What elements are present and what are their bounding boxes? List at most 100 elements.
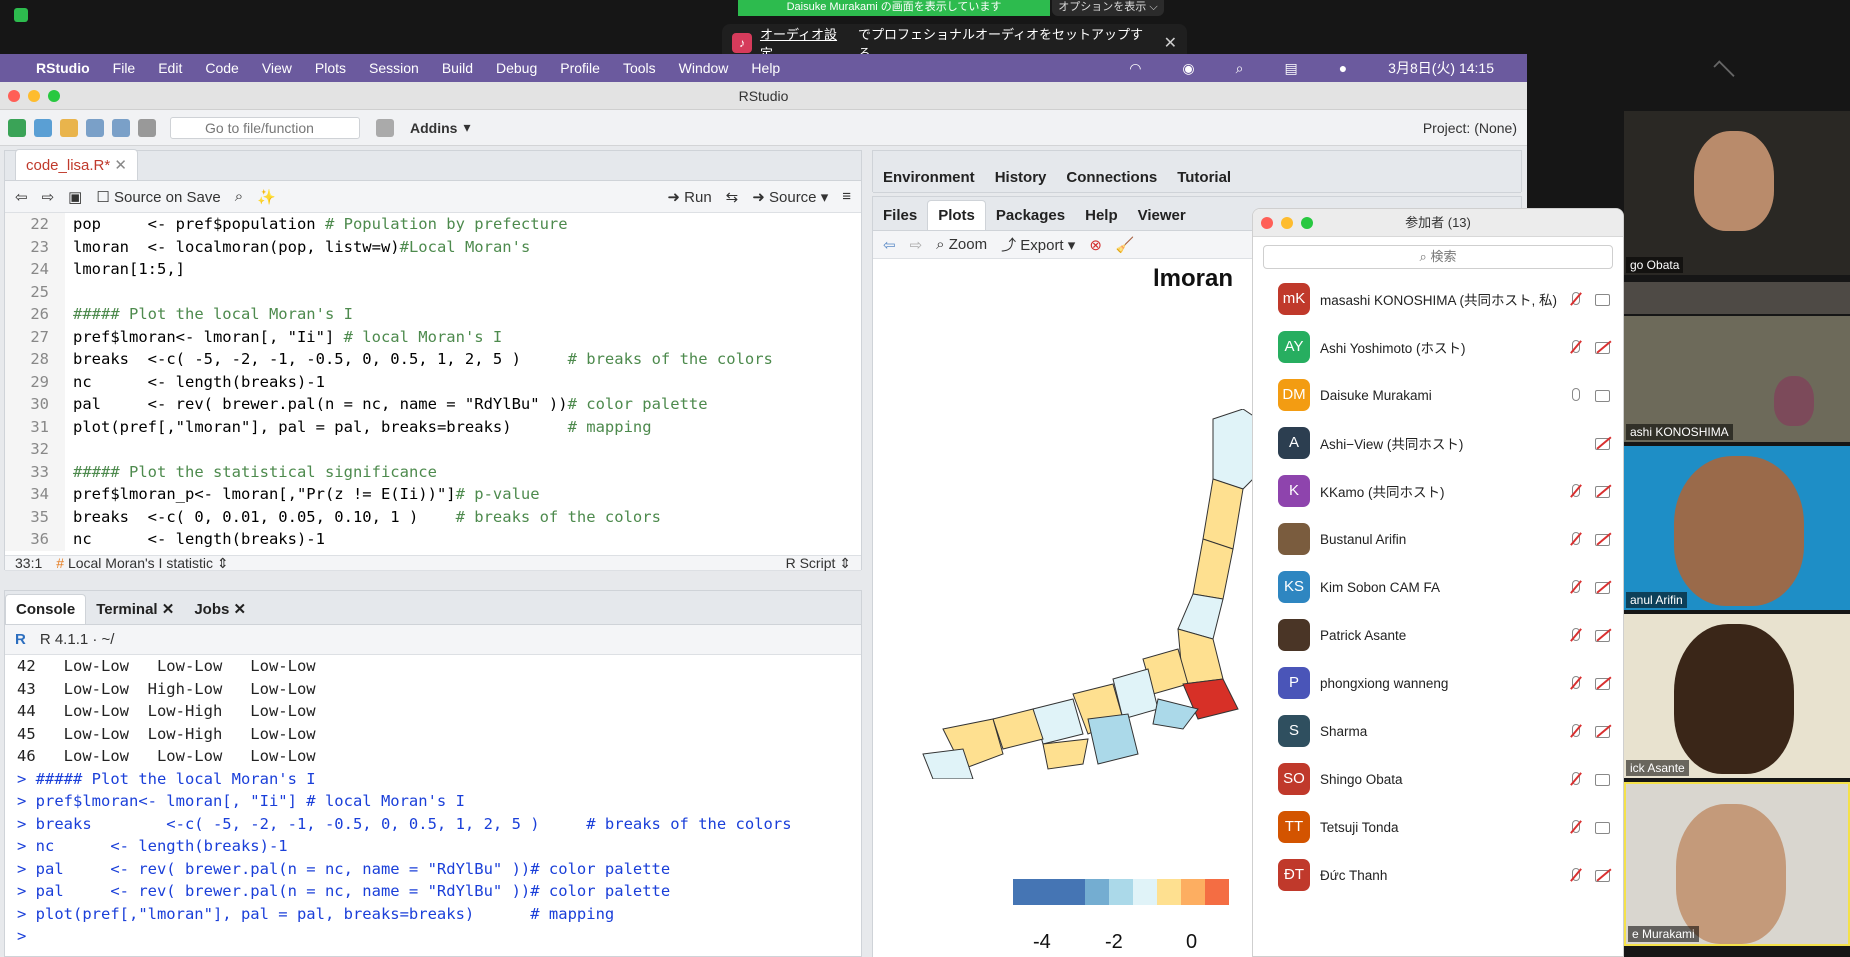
- participant-row[interactable]: TT Tetsuji Tonda: [1253, 803, 1623, 851]
- code-line[interactable]: 36 nc <- length(breaks)-1: [5, 528, 861, 551]
- code-line[interactable]: 32: [5, 438, 861, 461]
- menu-debug[interactable]: Debug: [496, 60, 537, 76]
- file-type-selector[interactable]: R Script ⇕: [786, 555, 851, 572]
- zoom-window-button[interactable]: [48, 90, 60, 102]
- video-off-icon[interactable]: [1595, 627, 1611, 643]
- code-line[interactable]: 28 breaks <-c( -5, -2, -1, -0.5, 0, 0.5, …: [5, 348, 861, 371]
- source-button[interactable]: ➜ Source ▾: [752, 188, 828, 206]
- remove-plot-icon[interactable]: ⊗: [1089, 236, 1102, 254]
- tab-viewer[interactable]: Viewer: [1128, 201, 1196, 230]
- video-tile[interactable]: [1624, 282, 1850, 314]
- participant-row[interactable]: Bustanul Arifin: [1253, 515, 1623, 563]
- video-off-icon[interactable]: [1595, 435, 1611, 451]
- tab-packages[interactable]: Packages: [986, 201, 1075, 230]
- mic-muted-icon[interactable]: [1567, 483, 1583, 499]
- tab-jobs[interactable]: Jobs ✕: [184, 594, 256, 624]
- magic-wand-icon[interactable]: ✨: [257, 188, 276, 206]
- save-all-icon[interactable]: [112, 118, 130, 137]
- video-tile[interactable]: ick Asante: [1624, 614, 1850, 778]
- close-icon[interactable]: ✕: [114, 157, 127, 174]
- code-line[interactable]: 33 ##### Plot the statistical significanc…: [5, 460, 861, 483]
- zoom-button[interactable]: ⌕ Zoom: [936, 236, 987, 253]
- wifi-icon[interactable]: ◠: [1129, 60, 1141, 77]
- video-tile[interactable]: ashi KONOSHIMA: [1624, 316, 1850, 442]
- search-icon[interactable]: ⌕: [1236, 60, 1244, 77]
- source-on-save-checkbox[interactable]: ☐ Source on Save: [96, 188, 220, 206]
- new-file-icon[interactable]: [8, 118, 26, 137]
- minimize-window-button[interactable]: [28, 90, 40, 102]
- menu-build[interactable]: Build: [442, 60, 473, 76]
- participant-row[interactable]: AY Ashi Yoshimoto (ホスト): [1253, 323, 1623, 371]
- export-button[interactable]: ⤴ Export ▾: [1001, 234, 1075, 255]
- outline-icon[interactable]: ≡: [842, 188, 851, 205]
- video-tile[interactable]: anul Arifin: [1624, 446, 1850, 610]
- minimize-panel-button[interactable]: [1281, 217, 1293, 229]
- code-line[interactable]: 29 nc <- length(breaks)-1: [5, 370, 861, 393]
- code-line[interactable]: 35 breaks <-c( 0, 0.01, 0.05, 0.10, 1 ) #…: [5, 505, 861, 528]
- console-output[interactable]: 42 Low-Low Low-Low Low-Low 43 Low-Low Hig…: [5, 655, 861, 956]
- control-center-icon[interactable]: ▤: [1284, 60, 1297, 77]
- code-line[interactable]: 26 ##### Plot the local Moran's I: [5, 303, 861, 326]
- tab-code-lisa[interactable]: code_lisa.R* ✕: [15, 149, 138, 180]
- code-line[interactable]: 25: [5, 280, 861, 303]
- rerun-icon[interactable]: ⇆: [726, 188, 739, 206]
- participant-row[interactable]: SO Shingo Obata: [1253, 755, 1623, 803]
- save-icon[interactable]: ▣: [68, 188, 82, 206]
- tab-tutorial[interactable]: Tutorial: [1167, 163, 1241, 192]
- menu-profile[interactable]: Profile: [560, 60, 600, 76]
- chevron-down-icon[interactable]: ▾: [463, 119, 470, 136]
- tab-console[interactable]: Console: [5, 594, 87, 624]
- section-selector[interactable]: # Local Moran's I statistic ⇕: [56, 555, 228, 572]
- close-icon[interactable]: ✕: [1164, 33, 1177, 53]
- video-icon[interactable]: [1595, 387, 1611, 403]
- code-line[interactable]: 24 lmoran[1:5,]: [5, 258, 861, 281]
- tab-history[interactable]: History: [985, 163, 1057, 192]
- mic-muted-icon[interactable]: [1567, 339, 1583, 355]
- close-panel-button[interactable]: [1261, 217, 1273, 229]
- menu-view[interactable]: View: [262, 60, 292, 76]
- video-off-icon[interactable]: [1595, 531, 1611, 547]
- video-icon[interactable]: [1595, 291, 1611, 307]
- video-off-icon[interactable]: [1595, 579, 1611, 595]
- tab-environment[interactable]: Environment: [873, 163, 985, 192]
- run-button[interactable]: ➜ Run: [667, 188, 711, 206]
- code-line[interactable]: 23 lmoran <- localmoran(pop, listw=w)#Loc…: [5, 235, 861, 258]
- participant-row[interactable]: ĐT Đức Thanh: [1253, 851, 1623, 899]
- user-icon[interactable]: ◉: [1182, 60, 1194, 77]
- view-options-button[interactable]: オプションを表示 ⌵: [1052, 0, 1164, 16]
- participant-row[interactable]: K KKamo (共同ホスト): [1253, 467, 1623, 515]
- addins-menu[interactable]: Addins: [410, 120, 457, 136]
- video-tile[interactable]: go Obata: [1624, 111, 1850, 275]
- participant-row[interactable]: A Ashi−View (共同ホスト): [1253, 419, 1623, 467]
- participant-row[interactable]: Patrick Asante: [1253, 611, 1623, 659]
- mic-muted-icon[interactable]: [1567, 627, 1583, 643]
- tab-connections[interactable]: Connections: [1056, 163, 1167, 192]
- menu-app-name[interactable]: RStudio: [36, 60, 90, 76]
- menu-window[interactable]: Window: [679, 60, 729, 76]
- grid-layout-icon[interactable]: [376, 118, 394, 137]
- video-off-icon[interactable]: [1595, 675, 1611, 691]
- zoom-panel-button[interactable]: [1301, 217, 1313, 229]
- project-menu[interactable]: Project: (None): [1423, 120, 1517, 136]
- search-icon[interactable]: ⌕: [235, 188, 243, 205]
- code-line[interactable]: 31 plot(pref[,"lmoran"], pal = pal, break…: [5, 415, 861, 438]
- participant-search-input[interactable]: ⌕ 検索: [1263, 245, 1613, 269]
- participant-row[interactable]: DM Daisuke Murakami: [1253, 371, 1623, 419]
- menu-code[interactable]: Code: [205, 60, 238, 76]
- code-line[interactable]: 30 pal <- rev( brewer.pal(n = nc, name = …: [5, 393, 861, 416]
- video-off-icon[interactable]: [1595, 483, 1611, 499]
- broom-icon[interactable]: 🧹: [1116, 236, 1135, 254]
- close-window-button[interactable]: [8, 90, 20, 102]
- video-tile[interactable]: e Murakami: [1624, 782, 1850, 946]
- forward-arrow-icon[interactable]: ⇨: [910, 236, 923, 254]
- code-line[interactable]: 27 pref$lmoran<- lmoran[, "Ii"] # local M…: [5, 325, 861, 348]
- tab-plots[interactable]: Plots: [927, 200, 986, 230]
- mic-muted-icon[interactable]: [1567, 579, 1583, 595]
- mic-muted-icon[interactable]: [1567, 867, 1583, 883]
- menu-edit[interactable]: Edit: [158, 60, 182, 76]
- code-line[interactable]: 34 pref$lmoran_p<- lmoran[,"Pr(z != E(Ii)…: [5, 483, 861, 506]
- participant-row[interactable]: mK masashi KONOSHIMA (共同ホスト, 私): [1253, 275, 1623, 323]
- goto-file-input[interactable]: Go to file/function: [170, 116, 360, 139]
- menu-tools[interactable]: Tools: [623, 60, 656, 76]
- video-icon[interactable]: [1595, 771, 1611, 787]
